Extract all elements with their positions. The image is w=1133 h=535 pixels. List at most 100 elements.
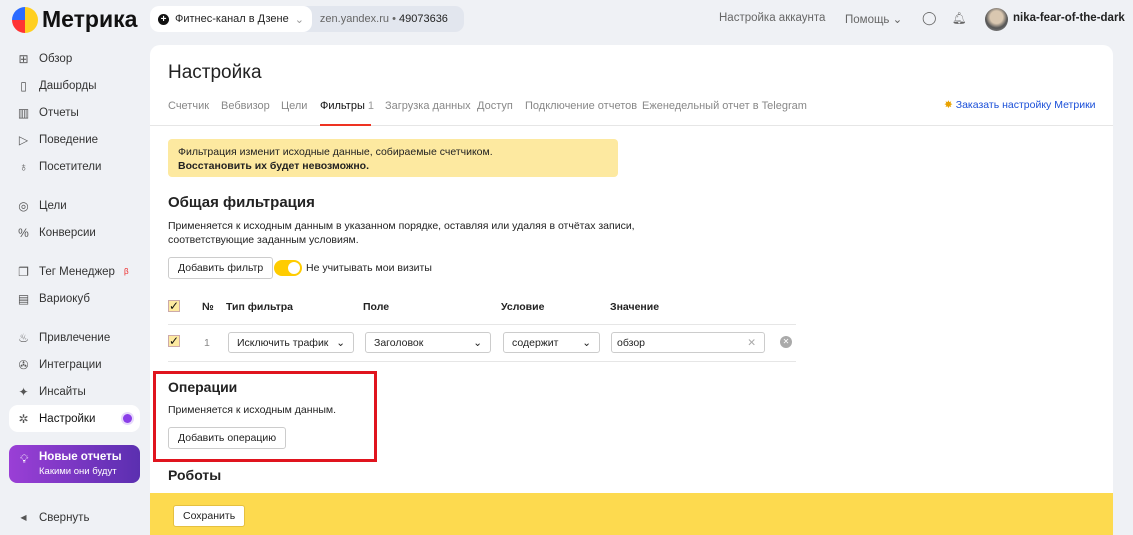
- warning-banner: Фильтрация изменит исходные данные, соби…: [168, 139, 618, 177]
- save-button[interactable]: Сохранить: [173, 505, 246, 527]
- sidebar-icon: ♁: [19, 159, 28, 174]
- help-menu[interactable]: Помощь ⌄: [845, 12, 902, 26]
- robots-title: Роботы: [168, 467, 222, 483]
- username[interactable]: nika-fear-of-the-dark: [1013, 12, 1125, 24]
- value-input[interactable]: обзор ✕: [611, 332, 765, 353]
- condition-select[interactable]: содержит ⌄: [503, 332, 600, 353]
- warning-text-bold: Восстановить их будет невозможно.: [178, 160, 370, 172]
- add-operation-button[interactable]: Добавить операцию: [168, 427, 287, 449]
- general-filtering-title: Общая фильтрация: [168, 194, 315, 211]
- tab[interactable]: Цели: [281, 100, 307, 112]
- sidebar-item-label: Конверсии: [39, 226, 96, 239]
- select-value: содержит: [512, 337, 559, 349]
- sidebar-item[interactable]: ❐ Тег Менеджер β: [9, 258, 140, 285]
- tab[interactable]: Доступ: [477, 100, 513, 112]
- clear-icon[interactable]: ✕: [747, 337, 756, 349]
- chevron-down-icon: ⌄: [294, 13, 304, 26]
- sidebar-item[interactable]: ⊞ Обзор: [9, 45, 140, 72]
- remove-row-icon[interactable]: ✕: [780, 336, 792, 348]
- tab-label: Подключение отчетов: [525, 100, 638, 112]
- new-reports-title: Новые отчеты: [39, 451, 122, 463]
- account-settings-link[interactable]: Настройка аккаунта: [719, 12, 825, 24]
- sidebar-item[interactable]: ✲ Настройки: [9, 405, 140, 432]
- row-checkbox[interactable]: ✓: [168, 335, 180, 347]
- sidebar-item[interactable]: ♁ Посетители: [9, 153, 140, 180]
- sidebar-item[interactable]: ✇ Интеграции: [9, 351, 140, 378]
- tab[interactable]: Еженедельный отчет в Telegram: [642, 100, 807, 112]
- sidebar-item-label: Вариокуб: [39, 292, 90, 305]
- sidebar-item[interactable]: ◎ Цели: [9, 192, 140, 219]
- select-all-checkbox[interactable]: ✓: [168, 300, 180, 312]
- tab[interactable]: Счетчик: [168, 100, 209, 112]
- chevron-down-icon: ⌄: [582, 337, 591, 349]
- add-filter-button[interactable]: Добавить фильтр: [168, 257, 274, 279]
- sidebar-icon: ✦: [18, 384, 29, 399]
- sidebar-item[interactable]: ▯ Дашборды: [9, 72, 140, 99]
- tab-label: Еженедельный отчет в Telegram: [642, 100, 807, 112]
- field-select[interactable]: Заголовок ⌄: [365, 332, 491, 353]
- operations-title: Операции: [168, 379, 238, 395]
- active-tab-underline: [320, 124, 371, 126]
- sidebar-item[interactable]: ▥ Отчеты: [9, 99, 140, 126]
- page-title: Настройка: [168, 62, 262, 83]
- divider: [168, 361, 796, 362]
- sidebar-item-label: Интеграции: [39, 358, 102, 371]
- col-value: Значение: [610, 301, 660, 313]
- operations-desc: Применяется к исходным данным.: [168, 404, 337, 416]
- general-filtering-desc: Применяется к исходным данным в указанно…: [168, 219, 635, 247]
- collapse-sidebar-button[interactable]: ◀ Свернуть: [9, 504, 140, 531]
- chevron-down-icon: ⌄: [473, 337, 482, 349]
- new-reports-banner[interactable]: 💡︎ Новые отчеты Какими они будут: [9, 445, 140, 483]
- desc-line: Применяется к исходным данным в указанно…: [168, 220, 635, 232]
- save-bar: [150, 493, 1113, 535]
- bell-icon[interactable]: 🔔︎: [952, 11, 967, 25]
- sidebar-item[interactable]: ✦ Инсайты: [9, 378, 140, 405]
- avatar[interactable]: [985, 8, 1008, 31]
- order-setup-link[interactable]: ✸ Заказать настройку Метрики: [944, 99, 1096, 111]
- tabs-divider: [150, 125, 1113, 126]
- tab-label: Цели: [281, 100, 308, 112]
- sidebar-item[interactable]: ▤ Вариокуб: [9, 285, 140, 312]
- col-type: Тип фильтра: [226, 301, 293, 313]
- tab[interactable]: Вебвизор: [221, 100, 270, 112]
- sidebar-item[interactable]: % Конверсии: [9, 219, 140, 246]
- divider: [168, 324, 796, 325]
- input-value: обзор: [617, 337, 645, 349]
- sidebar-icon: ▥: [17, 105, 30, 120]
- sidebar-item-label: Обзор: [39, 52, 73, 65]
- chevron-down-icon: ⌄: [892, 14, 903, 26]
- chat-icon[interactable]: ◯: [922, 10, 937, 26]
- sidebar-item-label: Отчеты: [39, 106, 79, 119]
- sidebar-icon: %: [18, 225, 29, 240]
- sidebar-item[interactable]: ♨ Привлечение: [9, 324, 140, 351]
- col-condition: Условие: [501, 301, 545, 313]
- help-label: Помощь: [845, 14, 890, 26]
- sidebar-item-label: Инсайты: [39, 385, 86, 398]
- sidebar-icon: ✇: [18, 357, 29, 372]
- col-field: Поле: [363, 301, 390, 313]
- row-num: 1: [204, 337, 210, 349]
- sidebar-item-label: Дашборды: [39, 79, 97, 92]
- ignore-visits-label: Не учитывать мои визиты: [306, 262, 432, 274]
- filter-type-select[interactable]: Исключить трафик ⌄: [228, 332, 354, 353]
- warning-text: Фильтрация изменит исходные данные, соби…: [178, 146, 493, 158]
- sidebar-icon: ◎: [18, 198, 29, 213]
- select-value: Исключить трафик: [237, 337, 329, 349]
- logo[interactable]: Метрика: [12, 6, 137, 33]
- sidebar-icon: ▷: [18, 132, 29, 147]
- tab[interactable]: Подключение отчетов: [525, 100, 637, 112]
- sidebar-item[interactable]: ▷ Поведение: [9, 126, 140, 153]
- filters-count: 1: [367, 100, 375, 112]
- sidebar-item-label: Посетители: [39, 160, 102, 173]
- sidebar-item-label: Настройки: [39, 412, 96, 425]
- ignore-visits-toggle[interactable]: [274, 260, 302, 276]
- new-reports-subtitle: Какими они будут: [39, 466, 117, 477]
- tab[interactable]: Фильтры 1: [320, 100, 374, 112]
- counter-selector[interactable]: + Фитнес-канал в Дзене ⌄ zen.yandex.ru • 4…: [150, 6, 464, 32]
- sidebar-icon: ✲: [18, 411, 29, 426]
- lightbulb-icon: 💡︎: [20, 452, 29, 466]
- desc-line: соответствующие заданным условиям.: [168, 234, 359, 246]
- collapse-label: Свернуть: [39, 511, 90, 524]
- tab[interactable]: Загрузка данных: [385, 100, 471, 112]
- tab-label: Загрузка данных: [385, 100, 471, 112]
